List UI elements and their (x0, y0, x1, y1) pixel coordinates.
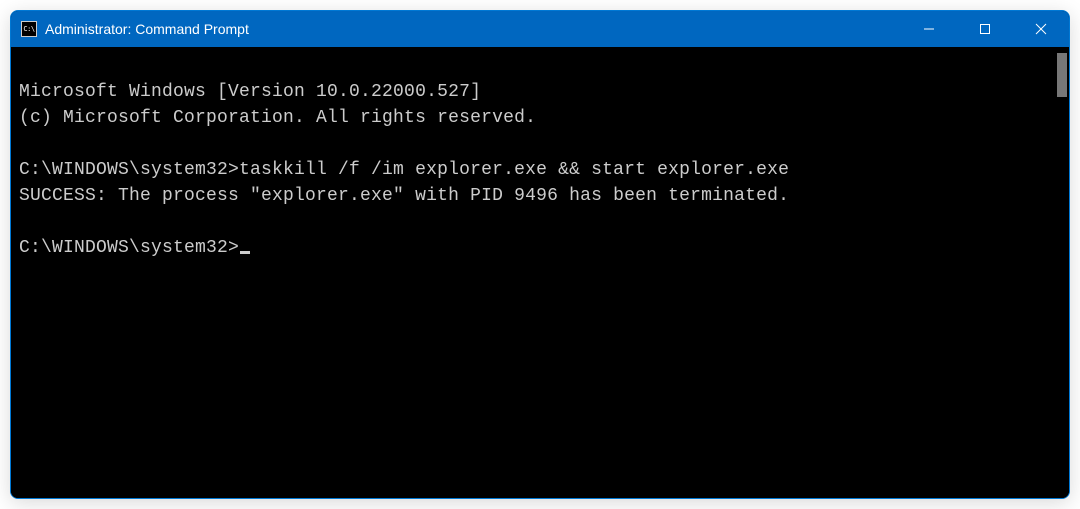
terminal-line: (c) Microsoft Corporation. All rights re… (19, 108, 536, 128)
terminal-output[interactable]: Microsoft Windows [Version 10.0.22000.52… (11, 47, 1051, 498)
cursor (240, 251, 250, 254)
minimize-icon (923, 23, 935, 35)
terminal-prompt: C:\WINDOWS\system32> (19, 238, 250, 258)
window-controls (901, 11, 1069, 47)
command-prompt-window: C:\ Administrator: Command Prompt (10, 10, 1070, 499)
close-button[interactable] (1013, 11, 1069, 47)
window-title: Administrator: Command Prompt (45, 21, 249, 37)
maximize-button[interactable] (957, 11, 1013, 47)
titlebar[interactable]: C:\ Administrator: Command Prompt (11, 11, 1069, 47)
scrollbar-track[interactable] (1051, 47, 1069, 498)
terminal-line: C:\WINDOWS\system32>taskkill /f /im expl… (19, 160, 789, 180)
minimize-button[interactable] (901, 11, 957, 47)
terminal-line: Microsoft Windows [Version 10.0.22000.52… (19, 82, 481, 102)
cmd-icon: C:\ (21, 21, 37, 37)
terminal-container: Microsoft Windows [Version 10.0.22000.52… (11, 47, 1069, 498)
close-icon (1035, 23, 1047, 35)
terminal-line: SUCCESS: The process "explorer.exe" with… (19, 186, 789, 206)
scrollbar-thumb[interactable] (1057, 53, 1067, 97)
maximize-icon (979, 23, 991, 35)
